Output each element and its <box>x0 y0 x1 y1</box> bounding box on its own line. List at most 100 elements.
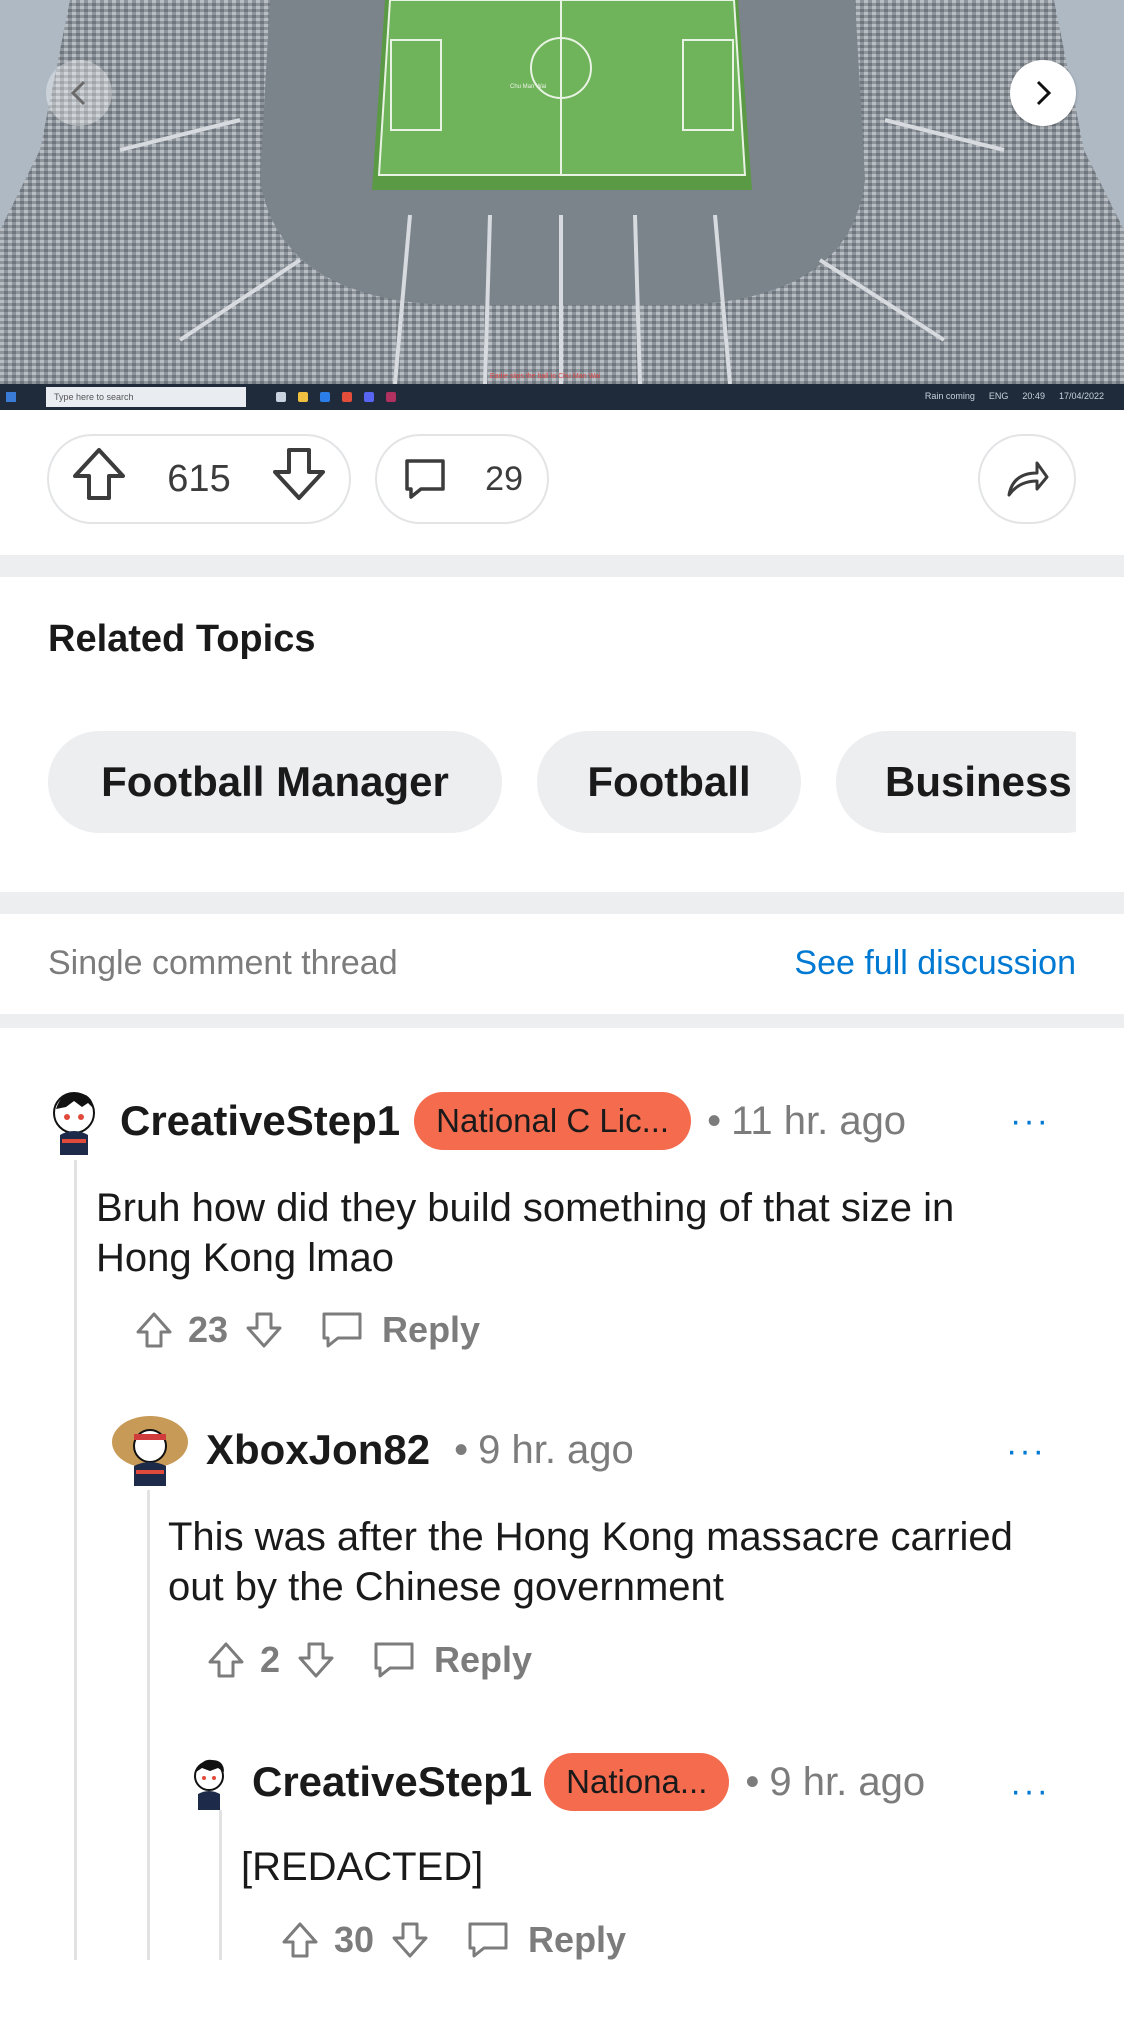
reply-label: Reply <box>382 1309 481 1350</box>
section-divider <box>0 1014 1124 1028</box>
clock-date: 17/04/2022 <box>1058 391 1104 401</box>
comment-header: CreativeStep1 Nationa... • 9 hr. ago <box>188 1752 925 1812</box>
comment-actions: 23 Reply <box>132 1308 480 1352</box>
stadium-illustration: Chu Man Wai Eadie slips the ball to Chu … <box>0 0 1124 384</box>
chrome-icon <box>342 392 352 402</box>
reply-button[interactable]: Reply <box>320 1308 480 1352</box>
thread-line <box>74 1160 77 1960</box>
weather-status: Rain coming <box>924 391 975 401</box>
upvote-arrow-icon <box>282 1922 318 1958</box>
more-options-button[interactable]: ··· <box>1006 1432 1046 1471</box>
comment-bubble-icon <box>405 459 445 499</box>
comment-actions: 2 Reply <box>204 1638 532 1682</box>
comment-body: Bruh how did they build something of tha… <box>96 1186 955 1280</box>
see-full-discussion-link[interactable]: See full discussion <box>794 944 1076 983</box>
user-flair: Nationa... <box>544 1753 730 1811</box>
comment-body: [REDACTED] <box>241 1845 484 1889</box>
post-action-bar: 615 29 <box>0 410 1124 555</box>
upvote-arrow-icon <box>208 1642 244 1678</box>
single-thread-label: Single comment thread <box>48 944 398 982</box>
comment-username[interactable]: CreativeStep1 <box>120 1097 400 1145</box>
dot-separator: • <box>745 1759 760 1804</box>
reply-label: Reply <box>434 1639 533 1680</box>
chevron-right-icon <box>1036 80 1052 106</box>
reply-button[interactable]: Reply <box>372 1638 532 1682</box>
language-indicator: ENG <box>988 391 1009 401</box>
comment-timestamp: 11 hr. ago <box>731 1098 907 1143</box>
post-score: 615 <box>167 457 231 500</box>
carousel-next-button[interactable] <box>1010 60 1076 126</box>
post-image[interactable]: Chu Man Wai Eadie slips the ball to Chu … <box>0 0 1124 410</box>
upvote-arrow-icon <box>136 1312 172 1348</box>
comment-username[interactable]: XboxJon82 <box>206 1426 430 1474</box>
upvote-button[interactable] <box>204 1638 248 1682</box>
downvote-button[interactable] <box>388 1918 432 1962</box>
dot-separator: • <box>707 1098 722 1143</box>
downvote-button[interactable] <box>242 1308 286 1352</box>
snoo-avatar-icon <box>112 1416 188 1486</box>
comment-timestamp: 9 hr. ago <box>478 1427 634 1472</box>
downvote-arrow-icon <box>273 448 325 500</box>
topic-chip-business[interactable]: Business <box>836 731 1076 833</box>
reply-bubble-icon <box>374 1642 414 1678</box>
snoo-avatar-icon <box>194 1759 224 1810</box>
downvote-button[interactable] <box>269 444 329 514</box>
match-commentary-caption: Eadie slips the ball to Chu Man Wai <box>490 373 601 380</box>
thread-header: Single comment thread See full discussio… <box>48 944 1076 984</box>
topic-chip-football-manager[interactable]: Football Manager <box>48 731 502 833</box>
discord-icon <box>364 392 374 402</box>
vote-pill: 615 <box>47 434 351 524</box>
chevron-left-icon <box>70 80 86 106</box>
avatar[interactable] <box>44 1083 104 1159</box>
user-flair: National C Lic... <box>414 1092 692 1150</box>
upvote-button[interactable] <box>132 1308 176 1352</box>
comment-score: 30 <box>334 1919 375 1960</box>
share-arrow-icon <box>1007 461 1049 497</box>
reply-label: Reply <box>528 1919 627 1960</box>
upvote-arrow-icon <box>73 448 125 500</box>
comment-actions: 30 Reply <box>278 1918 626 1962</box>
downvote-arrow-icon <box>246 1312 282 1348</box>
downvote-arrow-icon <box>392 1922 428 1958</box>
avatar[interactable] <box>188 1752 230 1812</box>
more-options-button[interactable]: ··· <box>1010 1102 1050 1141</box>
comment-timestamp: 9 hr. ago <box>769 1759 926 1804</box>
comment-score: 2 <box>260 1639 281 1680</box>
avatar[interactable] <box>110 1412 194 1488</box>
pitch-player-label: Chu Man Wai <box>510 84 546 90</box>
folder-icon <box>298 392 308 402</box>
reply-button[interactable]: Reply <box>466 1918 626 1962</box>
carousel-prev-button[interactable] <box>46 60 112 126</box>
taskbar-apps <box>276 392 396 402</box>
snoo-avatar-icon <box>53 1092 95 1155</box>
related-topics-heading: Related Topics <box>48 618 316 660</box>
taskbar-search: Type here to search <box>46 387 246 407</box>
comment-header: CreativeStep1 National C Lic... • 11 hr.… <box>44 1083 906 1159</box>
dot-separator: • <box>454 1427 469 1472</box>
fm-app-icon <box>386 392 396 402</box>
downvote-button[interactable] <box>294 1638 338 1682</box>
comment-count: 29 <box>485 459 523 498</box>
store-icon <box>320 392 330 402</box>
upvote-button[interactable] <box>69 444 129 514</box>
reply-bubble-icon <box>468 1922 508 1958</box>
section-divider <box>0 555 1124 577</box>
comment-body: This was after the Hong Kong massacre ca… <box>168 1515 1013 1609</box>
system-tray: Rain coming ENG 20:49 17/04/2022 <box>925 391 1104 401</box>
windows-taskbar: Type here to search Rain coming ENG 20:4… <box>0 384 1124 410</box>
more-options-button[interactable]: ··· <box>1010 1772 1050 1811</box>
comment-header: XboxJon82 • 9 hr. ago <box>110 1412 634 1488</box>
thread-line <box>147 1490 150 1960</box>
upvote-button[interactable] <box>278 1918 322 1962</box>
clock-time: 20:49 <box>1022 391 1045 401</box>
related-topics-row: Football Manager Football Business <box>48 731 1076 833</box>
downvote-arrow-icon <box>298 1642 334 1678</box>
comment-username[interactable]: CreativeStep1 <box>252 1758 532 1806</box>
topic-chip-football[interactable]: Football <box>537 731 801 833</box>
comments-button[interactable]: 29 <box>375 434 549 524</box>
share-button[interactable] <box>978 434 1076 524</box>
section-divider <box>0 892 1124 914</box>
task-view-icon <box>276 392 286 402</box>
windows-start-icon <box>6 392 16 402</box>
thread-line <box>219 1810 222 1960</box>
